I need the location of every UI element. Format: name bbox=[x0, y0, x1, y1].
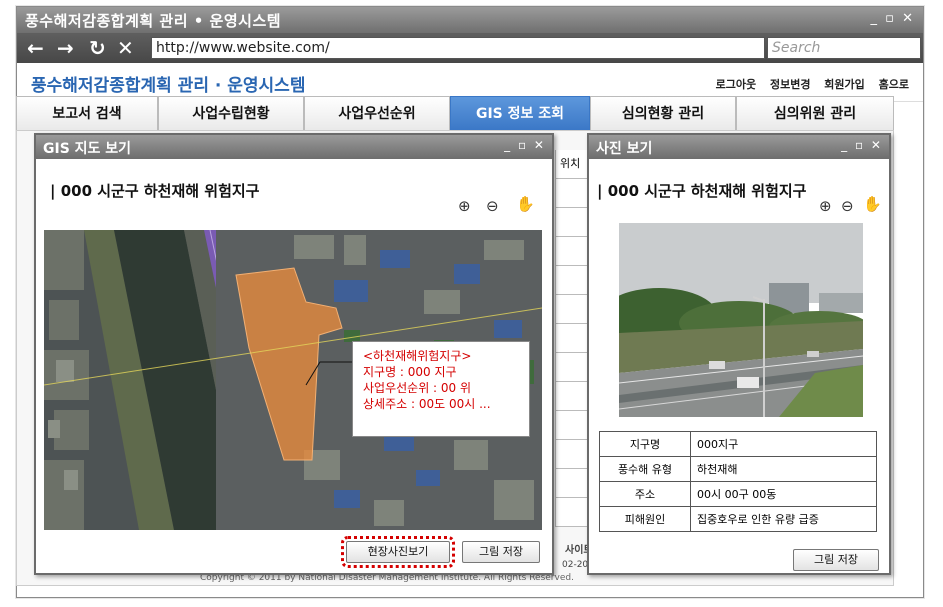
info-key: 풍수해 유형 bbox=[599, 456, 691, 482]
signup-link[interactable]: 회원가입 bbox=[824, 78, 864, 91]
callout-address: 상세주소 : 00도 00시 ... bbox=[363, 397, 491, 411]
photo-view-popup: 사진 보기 _ ▫ ✕ | 000 시군구 하천재해 위험지구 ⊕ ⊖ ✋ 지구… bbox=[587, 133, 891, 575]
table-row: 풍수해 유형 하천재해 bbox=[599, 456, 877, 482]
info-key: 지구명 bbox=[599, 431, 691, 457]
callout-district: 지구명 : 000 지구 bbox=[363, 365, 457, 379]
info-value: 집중호우로 인한 유량 급증 bbox=[690, 506, 877, 532]
info-value: 하천재해 bbox=[690, 456, 877, 482]
window-titlebar: 풍수해저감종합계획 관리 • 운영시스템 _ ▫ ✕ bbox=[17, 7, 923, 33]
site-brand: 풍수해저감종합계획 관리 · 운영시스템 bbox=[31, 76, 306, 96]
window-title: 풍수해저감종합계획 관리 • 운영시스템 bbox=[25, 12, 282, 30]
forward-arrow-icon[interactable]: → bbox=[57, 36, 74, 60]
photo-popup-titlebar[interactable]: 사진 보기 _ ▫ ✕ bbox=[589, 135, 889, 159]
info-value: 00시 00구 00동 bbox=[690, 481, 877, 507]
browser-navbar: ← → ↻ ✕ http://www.website.com/ Search bbox=[17, 33, 923, 63]
tab-project-priority[interactable]: 사업우선순위 bbox=[304, 96, 450, 131]
address-bar[interactable]: http://www.website.com/ bbox=[151, 37, 765, 59]
info-key: 주소 bbox=[599, 481, 691, 507]
view-site-photo-button[interactable]: 현장사진보기 bbox=[341, 536, 455, 568]
home-link[interactable]: 홈으로 bbox=[879, 78, 909, 91]
tab-review-members[interactable]: 심의위원 관리 bbox=[736, 96, 894, 131]
hazard-callout: <하천재해위험지구> 지구명 : 000 지구 사업우선순위 : 00 위 상세… bbox=[352, 341, 530, 437]
search-input[interactable]: Search bbox=[767, 37, 921, 59]
callout-heading: <하천재해위험지구> bbox=[363, 349, 472, 363]
gis-popup-titlebar[interactable]: GIS 지도 보기 _ ▫ ✕ bbox=[36, 135, 552, 159]
tab-report-search[interactable]: 보고서 검색 bbox=[16, 96, 158, 131]
tab-review-status[interactable]: 심의현황 관리 bbox=[590, 96, 736, 131]
photo-zoom-out-icon[interactable]: ⊖ bbox=[841, 197, 854, 215]
window-controls[interactable]: _ ▫ ✕ bbox=[871, 11, 915, 26]
photo-popup-title: 사진 보기 bbox=[596, 141, 653, 157]
info-value: 000지구 bbox=[690, 431, 877, 457]
callout-priority: 사업우선순위 : 00 위 bbox=[363, 381, 472, 395]
refresh-icon[interactable]: ↻ bbox=[89, 36, 106, 60]
footer-year: 02-20 bbox=[562, 560, 589, 570]
close-icon[interactable]: ✕ bbox=[117, 36, 134, 60]
photo-popup-controls[interactable]: _ ▫ ✕ bbox=[841, 138, 883, 152]
gis-subtitle: | 000 시군구 하천재해 위험지구 bbox=[50, 182, 260, 200]
gis-popup-controls[interactable]: _ ▫ ✕ bbox=[504, 138, 546, 152]
table-row: 주소 00시 00구 00동 bbox=[599, 481, 877, 507]
site-photo-image bbox=[619, 223, 863, 417]
gis-save-image-button[interactable]: 그림 저장 bbox=[462, 541, 540, 563]
site-photo bbox=[619, 223, 863, 417]
site-info-table: 지구명 000지구 풍수해 유형 하천재해 주소 00시 00구 00동 피해원… bbox=[599, 431, 877, 532]
zoom-in-icon[interactable]: ⊕ bbox=[458, 197, 471, 215]
photo-save-image-button[interactable]: 그림 저장 bbox=[793, 549, 879, 571]
table-row: 피해원인 집중호우로 인한 유량 급증 bbox=[599, 506, 877, 532]
photo-subtitle: | 000 시군구 하천재해 위험지구 bbox=[597, 182, 807, 200]
tab-project-status[interactable]: 사업수립현황 bbox=[158, 96, 304, 131]
gis-popup-title: GIS 지도 보기 bbox=[43, 141, 132, 157]
back-arrow-icon[interactable]: ← bbox=[27, 36, 44, 60]
gis-map-popup: GIS 지도 보기 _ ▫ ✕ | 000 시군구 하천재해 위험지구 ⊕ ⊖ … bbox=[34, 133, 554, 575]
tab-gis-info[interactable]: GIS 정보 조회 bbox=[450, 96, 590, 131]
info-key: 피해원인 bbox=[599, 506, 691, 532]
zoom-out-icon[interactable]: ⊖ bbox=[486, 197, 499, 215]
photo-zoom-in-icon[interactable]: ⊕ bbox=[819, 197, 832, 215]
pan-hand-icon[interactable]: ✋ bbox=[516, 195, 535, 213]
table-row: 지구명 000지구 bbox=[599, 431, 877, 457]
main-tabs: 보고서 검색 사업수립현황 사업우선순위 GIS 정보 조회 심의현황 관리 심… bbox=[16, 96, 894, 131]
edit-info-link[interactable]: 정보변경 bbox=[770, 78, 810, 91]
photo-pan-hand-icon[interactable]: ✋ bbox=[863, 195, 882, 213]
logout-link[interactable]: 로그아웃 bbox=[716, 78, 756, 91]
top-links: 로그아웃 정보변경 회원가입 홈으로 bbox=[706, 76, 909, 92]
